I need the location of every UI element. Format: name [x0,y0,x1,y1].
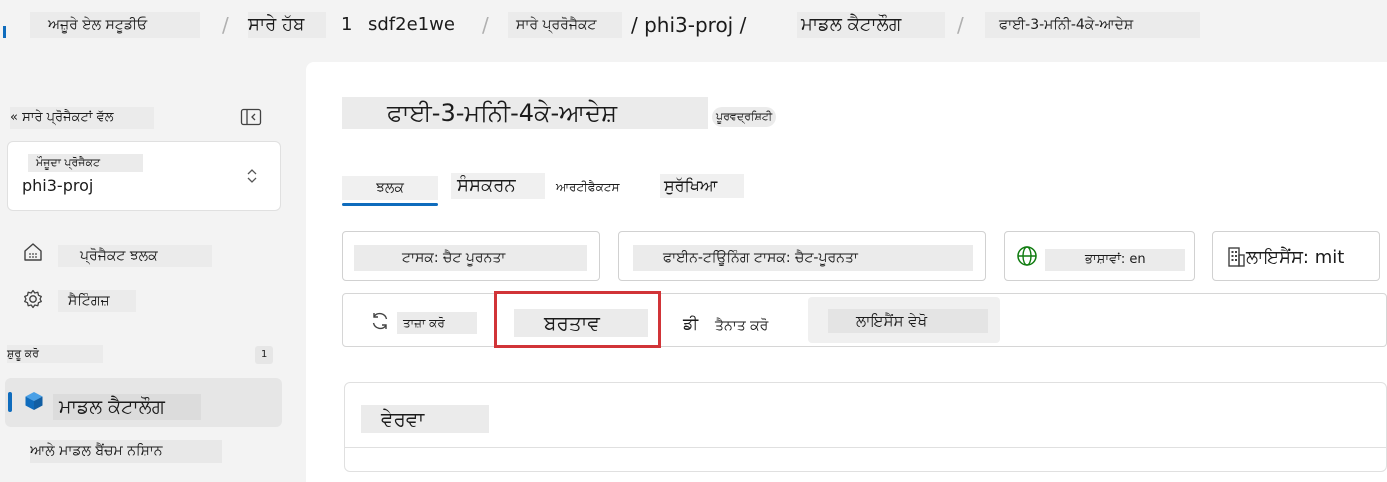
breadcrumb-separator: / [222,13,229,37]
deploy-button[interactable]: ਤੈਨਾਤ ਕਰੋ [715,314,768,338]
breadcrumb-model-catalog[interactable]: ਮਾਡਲ ਕੈਟਾਲੌਗ [797,12,945,38]
breadcrumb-separator: / [482,13,489,37]
top-breadcrumb-bar: ਅਜ਼ੂਰੇ ਏਲ ਸਟੂਡੀਓ / ਸਾਰੇ ਹੱਬ 1 sdf2e1we /… [0,0,1387,52]
breadcrumb-hub-count: 1 [341,14,353,35]
breadcrumb-separator: / [957,13,964,37]
license-chip: ਲਾਇਸੈਂਸ: mit [1212,231,1380,281]
details-title: ਵੇਰਵਾ [361,405,489,433]
deploy-prefix: ਡੀ [683,314,699,333]
active-indicator [8,392,12,412]
license-chip-label: ਲਾਇਸੈਂਸ: mit [1246,247,1345,268]
page-title: ਫਾਈ-3-ਮਨਿੀ-4ਕੇ-ਆਦੇਸ਼ [342,97,708,129]
view-license-button[interactable]: ਲਾਇਸੈਂਸ ਵੇਖੋ [808,297,1000,343]
sidebar-section-count: 1 [255,346,274,364]
gear-icon [22,288,44,310]
tab-active-indicator [342,203,438,206]
tab-security[interactable]: ਸੁਰੱਖਿਆ [660,174,744,198]
task-chip-label: ਟਾਸਕ: ਚੈਟ ਪੂਰਨਤਾ [354,245,587,271]
finetune-task-chip-label: ਫਾਈਨ-ਟਊਿਨਿੰਗ ਟਾਸਕ: ਚੈਟ-ਪੂਰਨਤਾ [633,245,973,271]
tab-overview[interactable]: ਝਲਕ [342,176,438,200]
highlight-box [494,291,661,348]
sidebar-item-model-benchmarks[interactable]: ਆਲੇ ਮਾਡਲ ਬੈਂਚਮ ਨਸ਼ਿਾਨ [30,440,222,463]
languages-chip: ਭਾਸ਼ਾਵਾਂ: en [1004,231,1195,281]
preview-badge: ਪੂਰਵਦ੍ਰਸ਼ਿਟੀ [712,107,777,127]
cube-icon [23,390,45,412]
breadcrumb-all-projects[interactable]: ਸਾਰੇ ਪ੍ਰਰੋਜੈਕਟ [508,12,622,38]
current-project-value: phi3-proj [22,176,94,195]
refresh-button[interactable]: ਤਾਜ਼ਾ ਕਰੋ [397,312,477,334]
sidebar-item-settings[interactable]: ਸੈਟਿੰਗਜ਼ [58,290,136,312]
globe-icon [1016,245,1038,267]
updown-chevron-icon [245,166,259,186]
home-icon [22,241,44,263]
sidebar-item-project-overview[interactable]: ਪ੍ਰੋਜੈਕਟ ਝਲਕ [58,245,212,267]
breadcrumb-current-model[interactable]: ਫਾਈ-3-ਮਨਿੀ-4ਕੇ-ਆਦੇਸ਼ [985,12,1200,38]
sidebar-item-label: ਮਾਡਲ ਕੈਟਾਲੌਗ [53,394,201,420]
back-to-projects-link[interactable]: « ਸਾਰੇ ਪ੍ਰੋਜੈਕਟਾਂ ਵੱਲ [10,107,154,129]
task-chip: ਟਾਸਕ: ਚੈਟ ਪੂਰਨਤਾ [342,231,600,281]
tab-artifacts[interactable]: ਆਰਟੀਫੈਕਟਸ [556,177,620,197]
details-card: ਵੇਰਵਾ [344,382,1387,472]
refresh-icon[interactable] [369,310,391,332]
breadcrumb-project[interactable]: / phi3-proj / [631,12,746,38]
details-divider [345,447,1386,448]
tab-versions[interactable]: ਸੰਸਕਰਨ [451,173,545,199]
breadcrumb-hub[interactable]: sdf2e1we [368,12,455,38]
building-icon [1227,246,1245,268]
sidebar-section-label: ਸ਼ੁਰੂ ਕਰੋ [7,345,103,363]
breadcrumb-app[interactable]: ਅਜ਼ੂਰੇ ਏਲ ਸਟੂਡੀਓ [30,12,200,38]
breadcrumb-all-hubs[interactable]: ਸਾਰੇ ਹੱਬ [248,12,326,38]
current-project-label: ਮੌਜੂਦਾ ਪ੍ਰੋਜੈਕਟ [28,154,143,172]
project-selector[interactable]: ਮੌਜੂਦਾ ਪ੍ਰੋਜੈਕਟ phi3-proj [7,141,281,211]
languages-chip-label: ਭਾਸ਼ਾਵਾਂ: en [1045,249,1185,271]
sidebar-collapse-icon[interactable] [240,108,262,126]
sidebar-item-model-catalog[interactable]: ਮਾਡਲ ਕੈਟਾਲੌਗ [5,378,282,427]
view-license-label: ਲਾਇਸੈਂਸ ਵੇਖੋ [828,309,988,333]
app-logo-mark [3,26,6,38]
finetune-task-chip: ਫਾਈਨ-ਟਊਿਨਿੰਗ ਟਾਸਕ: ਚੈਟ-ਪੂਰਨਤਾ [618,231,986,281]
